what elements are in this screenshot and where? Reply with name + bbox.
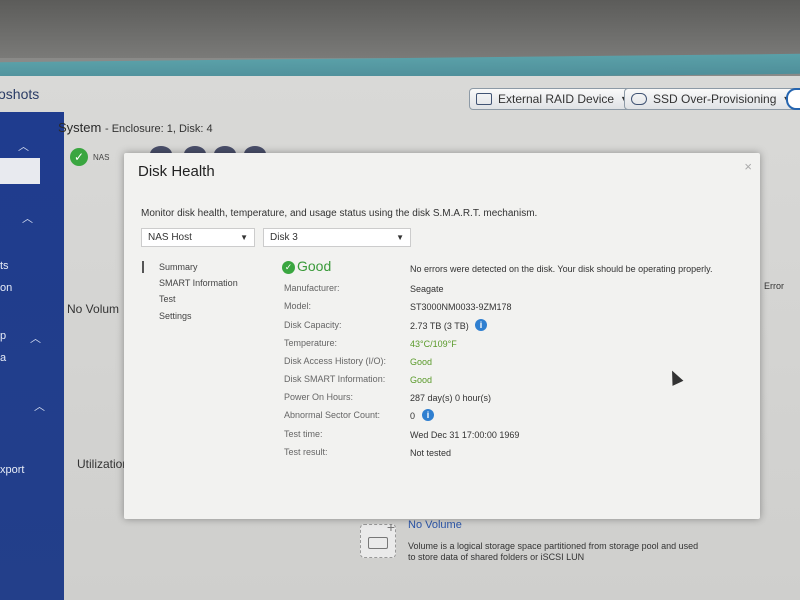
- temperature-value: 43°C/109°F: [410, 339, 457, 349]
- nav-selection-indicator: [142, 261, 144, 273]
- chevron-down-icon: ▼: [396, 233, 404, 242]
- plus-icon: +: [386, 519, 395, 535]
- nav-summary[interactable]: Summary: [159, 262, 198, 272]
- sidebar: ︿ ︿ ts on p ︿ a ︿ xport: [0, 112, 64, 600]
- sidebar-item-text[interactable]: ts: [0, 260, 9, 272]
- system-title-text: System: [58, 120, 102, 135]
- sidebar-item-text[interactable]: a: [0, 352, 6, 364]
- raid-device-icon: [476, 93, 492, 105]
- nav-settings[interactable]: Settings: [159, 311, 192, 321]
- add-volume-icon[interactable]: +: [360, 519, 396, 558]
- check-icon: ✓: [70, 148, 88, 166]
- header-extra-button[interactable]: [786, 88, 800, 110]
- close-icon[interactable]: ×: [744, 159, 752, 174]
- chevron-up-icon[interactable]: ︿: [22, 210, 33, 226]
- manufacturer-label: Manufacturer:: [284, 283, 340, 293]
- abnormal-sector-count-label: Abnormal Sector Count:: [284, 410, 381, 420]
- model-label: Model:: [284, 301, 312, 311]
- chevron-down-icon: ▼: [240, 233, 248, 242]
- dialog-title: Disk Health: [138, 163, 215, 180]
- manufacturer-value: Seagate: [410, 284, 444, 294]
- host-select-value: NAS Host: [148, 232, 192, 243]
- disk-access-history-value[interactable]: Good: [410, 357, 432, 367]
- chevron-up-icon[interactable]: ︿: [30, 330, 41, 346]
- ssd-icon: [631, 93, 647, 105]
- power-on-hours-value: 287 day(s) 0 hour(s): [410, 393, 492, 403]
- no-volume-description: Volume is a logical storage space partit…: [408, 541, 699, 562]
- info-icon[interactable]: i: [422, 409, 434, 421]
- disk-select[interactable]: Disk 3 ▼: [263, 228, 411, 247]
- disk-access-history-label: Disk Access History (I/O):: [284, 356, 387, 366]
- monitor-bezel: [0, 0, 800, 58]
- temperature-label: Temperature:: [284, 338, 338, 348]
- disk-capacity-value: 2.73 TB (3 TB): [410, 321, 469, 331]
- abnormal-sector-count-value: 0: [410, 411, 416, 421]
- disk-select-value: Disk 3: [270, 232, 298, 243]
- drive-icon: [368, 537, 388, 549]
- dialog-description: Monitor disk health, temperature, and us…: [141, 208, 538, 219]
- check-icon: ✓: [282, 261, 295, 274]
- ssd-over-provisioning-button[interactable]: SSD Over-Provisioning ▼: [624, 88, 799, 110]
- no-volume-link[interactable]: No Volume: [408, 519, 462, 531]
- test-result-label: Test result:: [284, 447, 328, 457]
- disk-smart-information-value[interactable]: Good: [410, 375, 432, 385]
- power-on-hours-label: Power On Hours:: [284, 392, 354, 402]
- disk-capacity-label: Disk Capacity:: [284, 320, 342, 330]
- nas-label: NAS: [93, 153, 110, 162]
- app-title: oshots: [0, 86, 40, 102]
- chevron-up-icon[interactable]: ︿: [18, 138, 29, 154]
- disk-smart-information-label: Disk SMART Information:: [284, 374, 386, 384]
- no-volume-heading: No Volum: [67, 302, 120, 316]
- sidebar-item-text[interactable]: p: [0, 330, 6, 342]
- disk-health-dialog: Disk Health × Monitor disk health, tempe…: [124, 153, 760, 519]
- system-title: System - Enclosure: 1, Disk: 4: [58, 120, 213, 135]
- nav-smart-information[interactable]: SMART Information: [159, 278, 238, 288]
- external-raid-device-button[interactable]: External RAID Device ▼: [469, 88, 636, 110]
- test-time-label: Test time:: [284, 429, 323, 439]
- system-subtitle: - Enclosure: 1, Disk: 4: [104, 123, 213, 135]
- chevron-up-icon[interactable]: ︿: [34, 398, 45, 414]
- model-value: ST3000NM0033-9ZM178: [410, 302, 512, 312]
- host-select[interactable]: NAS Host ▼: [141, 228, 255, 247]
- nav-test[interactable]: Test: [159, 294, 176, 304]
- info-icon[interactable]: i: [475, 319, 487, 331]
- test-result-value: Not tested: [410, 448, 452, 458]
- external-raid-device-label: External RAID Device: [498, 92, 615, 106]
- sidebar-item-text[interactable]: on: [0, 282, 12, 294]
- sidebar-selected-item[interactable]: [0, 158, 40, 184]
- health-status: Good: [297, 258, 332, 274]
- health-status-message: No errors were detected on the disk. You…: [410, 264, 713, 274]
- ssd-over-provisioning-label: SSD Over-Provisioning: [653, 92, 777, 106]
- utilization-heading: Utilization: [77, 457, 130, 471]
- test-time-value: Wed Dec 31 17:00:00 1969: [410, 430, 520, 440]
- sidebar-item-text[interactable]: xport: [0, 464, 24, 476]
- error-legend-label: Error: [764, 281, 784, 291]
